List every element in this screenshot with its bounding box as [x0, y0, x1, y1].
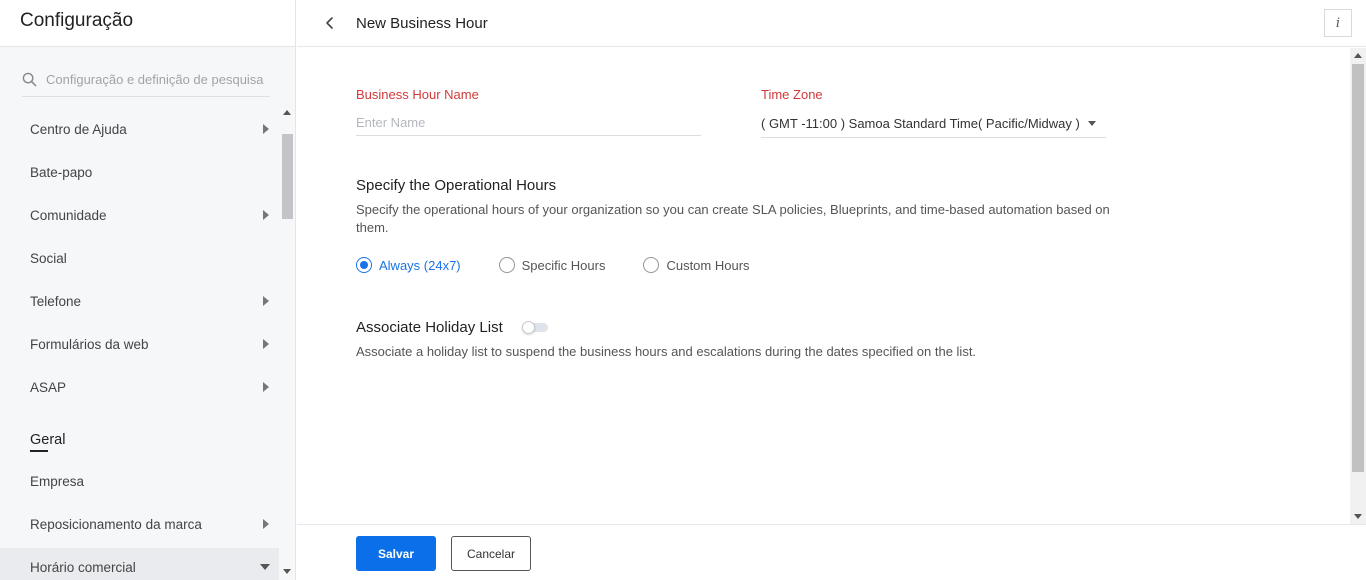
scrollbar-thumb[interactable] [1352, 64, 1364, 472]
radio-label: Always (24x7) [379, 257, 461, 273]
radio-label: Specific Hours [521, 257, 606, 273]
sidebar-title: Configuração [20, 10, 134, 31]
sidebar-item-web-forms[interactable]: Formulários da web [30, 334, 270, 354]
chevron-right-icon [263, 296, 269, 306]
holiday-list-description: Associate a holiday list to suspend the … [356, 344, 977, 359]
sidebar-section-general: Geral [30, 432, 65, 452]
operational-hours-title: Specify the Operational Hours [356, 177, 557, 194]
info-icon[interactable]: i [1324, 9, 1352, 37]
chevron-right-icon [263, 382, 269, 392]
time-zone-value: ( GMT -11:00 ) Samoa Standard Time( Paci… [761, 116, 1080, 131]
chevron-right-icon [263, 339, 269, 349]
time-zone-field: Time Zone ( GMT -11:00 ) Samoa Standard … [761, 87, 1106, 138]
sidebar-search[interactable] [22, 63, 270, 97]
sidebar-item-phone[interactable]: Telefone [30, 291, 270, 311]
radio-custom-hours[interactable]: Custom Hours [643, 257, 750, 273]
sidebar-item-asap[interactable]: ASAP [30, 377, 270, 397]
main-panel: New Business Hour i Business Hour Name T… [297, 0, 1366, 580]
time-zone-select[interactable]: ( GMT -11:00 ) Samoa Standard Time( Paci… [761, 110, 1106, 138]
sidebar-item-chat[interactable]: Bate-papo [30, 162, 270, 182]
form-footer: Salvar Cancelar [297, 524, 1366, 580]
sidebar-item-company[interactable]: Empresa [30, 471, 270, 491]
radio-unchecked-icon[interactable] [643, 257, 660, 273]
scroll-down-icon[interactable] [1354, 514, 1362, 519]
sidebar-item-label: Empresa [30, 473, 85, 489]
radio-checked-icon[interactable] [356, 257, 372, 273]
sidebar-item-label: Bate-papo [30, 164, 93, 180]
operational-hours-description: Specify the operational hours of your or… [356, 202, 1110, 235]
sidebar-scrollbar[interactable] [280, 104, 294, 580]
sidebar-item-label: Formulários da web [30, 336, 149, 352]
sidebar-search-input[interactable] [46, 72, 270, 87]
radio-label: Custom Hours [666, 257, 750, 273]
time-zone-label: Time Zone [761, 87, 823, 102]
radio-always[interactable]: Always (24x7) [356, 257, 461, 273]
page-header: New Business Hour i [297, 0, 1366, 47]
scroll-up-icon[interactable] [283, 110, 291, 115]
section-underline [30, 450, 48, 452]
sidebar-item-label: Telefone [30, 293, 82, 309]
chevron-right-icon [263, 519, 269, 529]
sidebar-item-business-hours[interactable]: Horário comercial [30, 557, 270, 577]
form-content: Business Hour Name Time Zone ( GMT -11:0… [297, 48, 1350, 524]
cancel-button[interactable]: Cancelar [451, 536, 531, 571]
business-hour-name-field: Business Hour Name [356, 87, 701, 136]
scroll-down-icon[interactable] [283, 569, 291, 574]
sidebar-item-help-center[interactable]: Centro de Ajuda [30, 119, 270, 139]
main-scrollbar[interactable] [1350, 48, 1366, 524]
radio-unchecked-icon[interactable] [498, 257, 515, 273]
toggle-knob[interactable] [522, 321, 535, 334]
business-hour-name-label: Business Hour Name [356, 87, 479, 102]
search-icon [22, 72, 37, 87]
sidebar-item-label: Comunidade [30, 207, 107, 223]
sidebar-item-label: Social [30, 250, 67, 266]
scrollbar-thumb[interactable] [282, 134, 293, 219]
holiday-list-toggle[interactable] [522, 321, 548, 334]
sidebar-item-label: Horário comercial [30, 559, 136, 575]
sidebar-item-label: Centro de Ajuda [30, 121, 127, 137]
business-hour-name-input[interactable] [356, 110, 701, 136]
save-button[interactable]: Salvar [356, 536, 436, 571]
sidebar-nav: Centro de Ajuda Bate-papo Comunidade Soc… [0, 108, 279, 580]
chevron-left-icon[interactable] [323, 16, 337, 30]
chevron-right-icon [263, 124, 269, 134]
sidebar-section-label: Geral [30, 432, 66, 448]
caret-down-icon [1088, 121, 1096, 126]
sidebar-header: Configuração [0, 0, 295, 47]
scroll-up-icon[interactable] [1354, 53, 1362, 58]
sidebar-item-community[interactable]: Comunidade [30, 205, 270, 225]
sidebar-item-label: ASAP [30, 379, 67, 395]
radio-specific-hours[interactable]: Specific Hours [498, 257, 606, 273]
operational-hours-options: Always (24x7) Specific Hours Custom Hour… [356, 257, 788, 273]
page-title: New Business Hour [356, 14, 488, 32]
sidebar-item-rebranding[interactable]: Reposicionamento da marca [30, 514, 270, 534]
sidebar-item-label: Reposicionamento da marca [30, 516, 202, 532]
holiday-list-title: Associate Holiday List [356, 319, 503, 336]
chevron-down-icon [260, 564, 270, 570]
sidebar-item-social[interactable]: Social [30, 248, 270, 268]
info-glyph: i [1335, 15, 1341, 31]
settings-sidebar: Configuração Centro de Ajuda Bate-papo C… [0, 0, 296, 580]
chevron-right-icon [263, 210, 269, 220]
